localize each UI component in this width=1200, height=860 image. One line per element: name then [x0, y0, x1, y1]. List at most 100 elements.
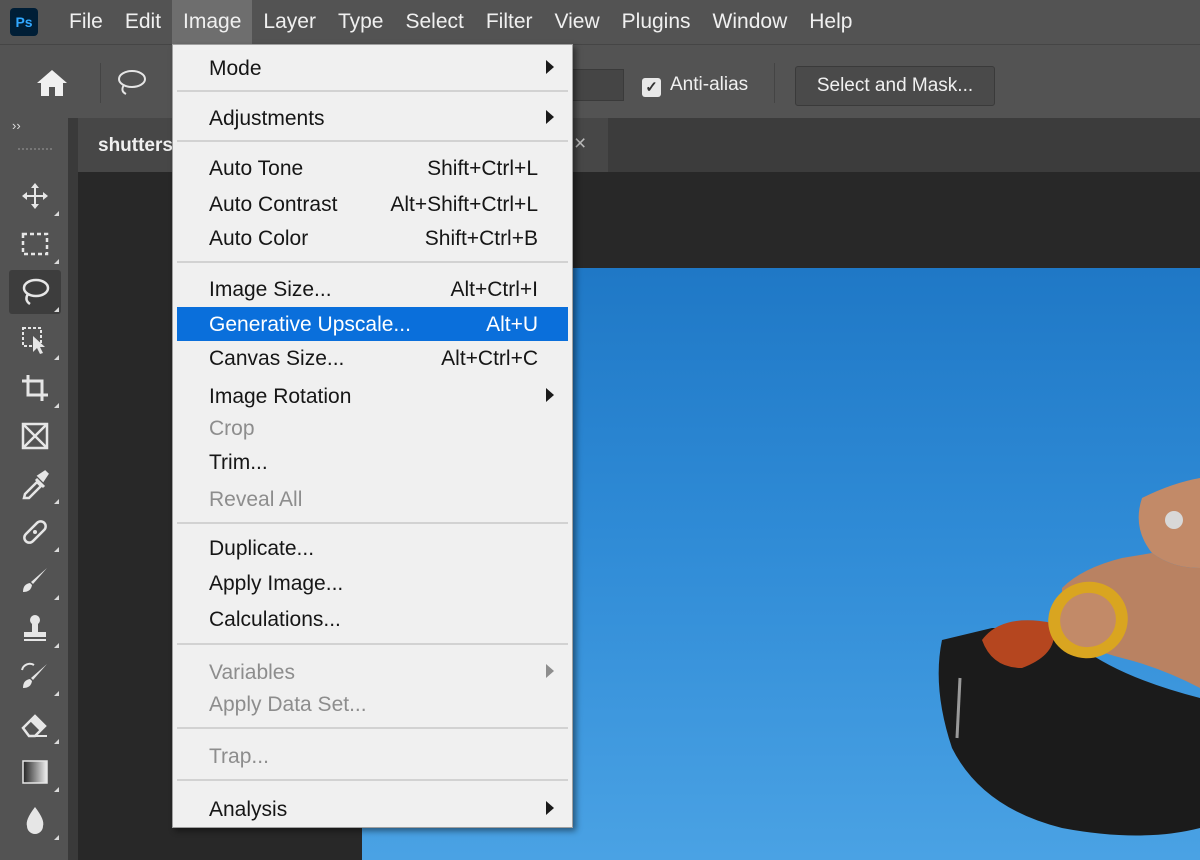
- blur-tool[interactable]: [9, 798, 61, 842]
- tools-panel: ››: [0, 118, 68, 860]
- submenu-arrow-icon: [546, 388, 554, 402]
- eraser-tool[interactable]: [9, 702, 61, 746]
- menu-item-calculations[interactable]: Calculations...: [177, 602, 568, 636]
- marquee-icon: [21, 232, 49, 256]
- menu-item-trap: Trap...: [177, 739, 568, 773]
- menu-item-adjustments[interactable]: Adjustments: [177, 101, 568, 135]
- menu-item-duplicate[interactable]: Duplicate...: [177, 531, 568, 565]
- eyedropper-tool[interactable]: [9, 462, 61, 506]
- blur-drop-icon: [26, 807, 44, 834]
- menu-item-label: Canvas Size...: [209, 347, 345, 370]
- menu-separator: [177, 261, 568, 263]
- menu-item-image-rotation[interactable]: Image Rotation: [177, 379, 568, 413]
- menu-item-label: Duplicate...: [209, 537, 315, 560]
- gradient-tool[interactable]: [9, 750, 61, 794]
- move-icon: [22, 183, 48, 209]
- menu-separator: [177, 522, 568, 524]
- menu-image[interactable]: Image: [172, 0, 253, 44]
- eraser-icon: [21, 714, 47, 738]
- menu-item-label: Image Size...: [209, 278, 332, 301]
- menu-item-mode[interactable]: Mode: [177, 51, 568, 85]
- shortcut-label: Alt+Ctrl+C: [441, 347, 538, 370]
- gradient-icon: [22, 760, 48, 784]
- menu-separator: [177, 727, 568, 729]
- brush-icon: [23, 568, 47, 592]
- history-brush-icon: [21, 662, 47, 688]
- menu-item-auto-color[interactable]: Auto Color Shift+Ctrl+B: [177, 221, 568, 255]
- panel-grip[interactable]: [18, 148, 52, 152]
- menu-item-crop: Crop: [177, 411, 568, 445]
- menu-item-label: Generative Upscale...: [209, 313, 411, 336]
- lasso-icon: [22, 278, 50, 306]
- options-divider: [100, 63, 101, 103]
- collapse-panel-icon[interactable]: ››: [12, 118, 21, 133]
- submenu-arrow-icon: [546, 60, 554, 74]
- close-icon[interactable]: ×: [574, 132, 586, 156]
- menu-type[interactable]: Type: [327, 0, 395, 44]
- object-selection-tool[interactable]: [9, 318, 61, 362]
- menu-item-label: Auto Tone: [209, 157, 304, 180]
- home-icon[interactable]: [34, 67, 70, 99]
- spot-healing-brush-tool[interactable]: [9, 510, 61, 554]
- menu-item-apply-image[interactable]: Apply Image...: [177, 566, 568, 600]
- select-and-mask-button[interactable]: Select and Mask...: [795, 66, 995, 106]
- panel-divider: [68, 118, 78, 860]
- shortcut-label: Alt+Shift+Ctrl+L: [390, 193, 538, 216]
- submenu-arrow-icon: [546, 801, 554, 815]
- menu-separator: [177, 140, 568, 142]
- move-tool[interactable]: [9, 174, 61, 218]
- menu-item-generative-upscale[interactable]: Generative Upscale... Alt+U: [177, 307, 568, 341]
- options-divider: [774, 63, 775, 103]
- menu-view[interactable]: View: [544, 0, 611, 44]
- menu-item-auto-tone[interactable]: Auto Tone Shift+Ctrl+L: [177, 151, 568, 185]
- menu-window[interactable]: Window: [702, 0, 799, 44]
- menu-item-auto-contrast[interactable]: Auto Contrast Alt+Shift+Ctrl+L: [177, 187, 568, 221]
- menu-item-label: Trim...: [209, 451, 268, 474]
- menu-help[interactable]: Help: [798, 0, 863, 44]
- menu-item-analysis[interactable]: Analysis: [177, 792, 568, 826]
- document-tab-name: shutters: [98, 135, 173, 156]
- menu-separator: [177, 643, 568, 645]
- menu-item-label: Auto Color: [209, 227, 309, 250]
- eyedropper-icon: [22, 470, 49, 500]
- menu-plugins[interactable]: Plugins: [611, 0, 702, 44]
- menu-item-image-size[interactable]: Image Size... Alt+Ctrl+I: [177, 272, 568, 306]
- menu-separator: [177, 779, 568, 781]
- menu-file[interactable]: File: [58, 0, 114, 44]
- menu-filter[interactable]: Filter: [475, 0, 544, 44]
- menu-item-label: Variables: [209, 661, 295, 684]
- anti-alias-checkbox[interactable]: ✓: [642, 78, 661, 97]
- history-brush-tool[interactable]: [9, 654, 61, 698]
- menu-item-canvas-size[interactable]: Canvas Size... Alt+Ctrl+C: [177, 341, 568, 375]
- shortcut-label: Alt+U: [486, 313, 538, 336]
- clone-stamp-tool[interactable]: [9, 606, 61, 650]
- submenu-arrow-icon: [546, 664, 554, 678]
- menu-item-reveal-all: Reveal All: [177, 482, 568, 516]
- menu-item-label: Analysis: [209, 798, 288, 821]
- shortcut-label: Shift+Ctrl+L: [427, 157, 538, 180]
- menu-layer[interactable]: Layer: [252, 0, 327, 44]
- menu-separator: [177, 90, 568, 92]
- rectangular-marquee-tool[interactable]: [9, 222, 61, 266]
- photoshop-logo-icon[interactable]: Ps: [10, 8, 38, 36]
- menu-item-label: Calculations...: [209, 608, 341, 631]
- menu-edit[interactable]: Edit: [114, 0, 172, 44]
- frame-tool[interactable]: [9, 414, 61, 458]
- crop-tool[interactable]: [9, 366, 61, 410]
- menu-item-label: Mode: [209, 57, 262, 80]
- object-selection-icon: [22, 327, 45, 354]
- brush-tool[interactable]: [9, 558, 61, 602]
- submenu-arrow-icon: [546, 110, 554, 124]
- menu-item-label: Adjustments: [209, 107, 325, 130]
- menu-item-label: Auto Contrast: [209, 193, 338, 216]
- crop-icon: [22, 375, 48, 401]
- stamp-icon: [24, 615, 46, 641]
- menu-item-apply-data-set: Apply Data Set...: [177, 687, 568, 721]
- menu-item-trim[interactable]: Trim...: [177, 445, 568, 479]
- menu-select[interactable]: Select: [394, 0, 474, 44]
- lasso-preset-icon[interactable]: [114, 67, 154, 99]
- shortcut-label: Alt+Ctrl+I: [450, 278, 538, 301]
- lasso-tool[interactable]: [9, 270, 61, 314]
- image-menu-dropdown: Mode Adjustments Auto Tone Shift+Ctrl+L …: [172, 44, 573, 828]
- anti-alias-label: Anti-alias: [670, 74, 749, 95]
